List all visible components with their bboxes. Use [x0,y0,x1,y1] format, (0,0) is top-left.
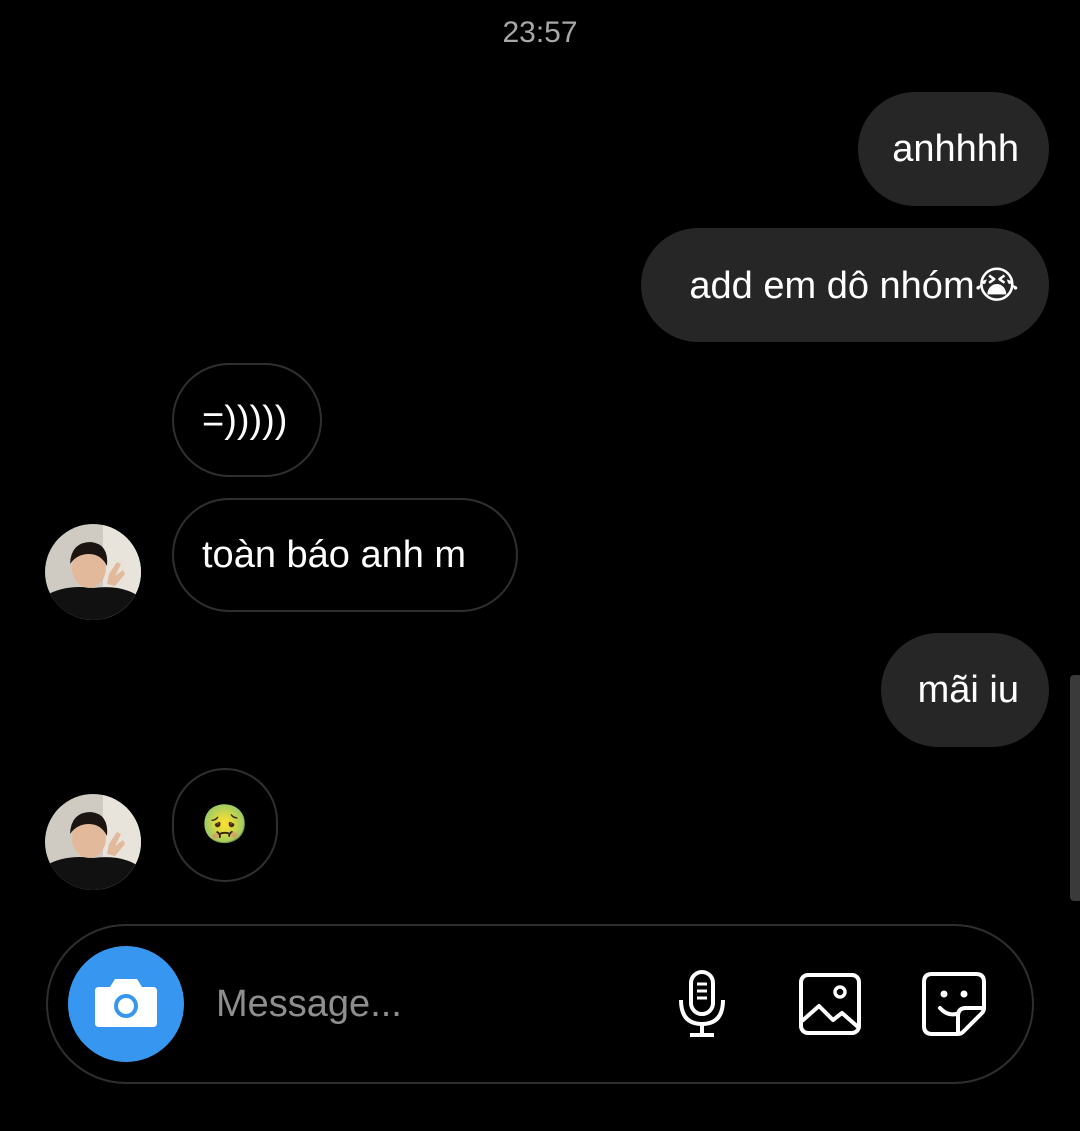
message-text: =))))) [202,398,288,441]
gallery-button[interactable] [794,970,866,1042]
message-bubble-outgoing[interactable]: add em dô nhóm😭 [641,228,1049,342]
microphone-icon [674,969,730,1044]
sender-avatar[interactable] [45,794,141,890]
message-bubble-outgoing[interactable]: mãi iu [881,633,1049,747]
scrollbar[interactable] [1070,675,1080,901]
message-bubble-incoming[interactable]: 🤢 [172,768,278,882]
camera-button[interactable] [68,946,184,1062]
message-timestamp: 23:57 [502,16,578,49]
sticker-icon [920,970,988,1043]
message-emoji: 🤢 [201,804,249,846]
sticker-button[interactable] [918,970,990,1042]
sender-avatar[interactable] [45,524,141,620]
message-text: add em dô nhóm😭 [689,264,1019,307]
message-composer [46,924,1034,1084]
gallery-icon [797,971,863,1042]
message-bubble-incoming[interactable]: =))))) [172,363,322,477]
message-text: toàn báo anh m [202,533,467,576]
message-text: anhhhh [892,127,1019,170]
message-bubble-outgoing[interactable]: anhhhh [858,92,1049,206]
camera-icon [93,975,159,1034]
message-bubble-incoming[interactable]: toàn báo anh m [172,498,518,612]
voice-message-button[interactable] [666,969,738,1044]
message-input[interactable] [216,966,636,1042]
message-text: mãi iu [917,668,1019,711]
